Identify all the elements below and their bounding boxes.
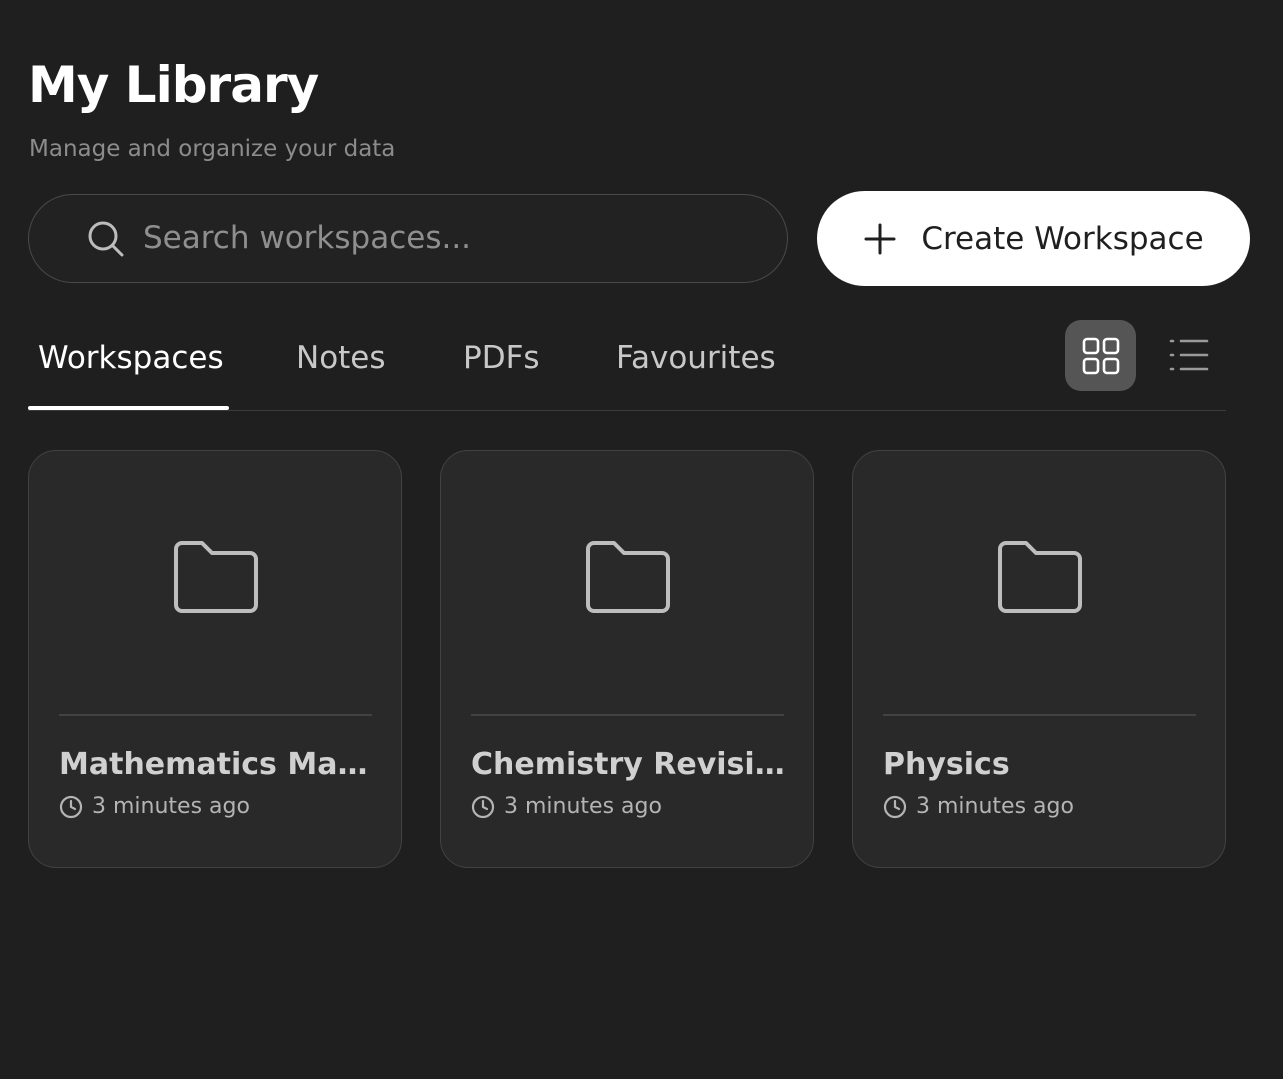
tab-workspaces[interactable]: Workspaces — [38, 340, 224, 376]
page-subtitle: Manage and organize your data — [29, 136, 396, 162]
clock-icon — [59, 795, 83, 818]
clock-icon — [471, 795, 495, 818]
create-workspace-button[interactable]: Create Workspace — [817, 191, 1250, 286]
tab-bar: Workspaces Notes PDFs Favourites — [28, 320, 1226, 411]
workspace-meta: 3 minutes ago — [883, 794, 1074, 819]
workspace-title: Physics — [883, 747, 1010, 782]
plus-icon — [864, 223, 896, 254]
card-divider — [471, 714, 784, 716]
clock-icon — [883, 795, 907, 818]
card-divider — [883, 714, 1196, 716]
list-view-button[interactable] — [1168, 336, 1210, 374]
workspace-title: Mathematics Mas… — [59, 747, 373, 782]
search-icon — [88, 221, 124, 257]
page-title: My Library — [28, 56, 319, 114]
active-tab-indicator — [28, 406, 229, 410]
card-divider — [59, 714, 372, 716]
workspace-card[interactable]: Mathematics Mas… 3 minutes ago — [28, 450, 402, 868]
workspace-updated: 3 minutes ago — [916, 794, 1074, 819]
create-workspace-label: Create Workspace — [921, 220, 1204, 257]
folder-icon — [998, 541, 1082, 613]
search-input[interactable] — [143, 215, 763, 261]
workspace-meta: 3 minutes ago — [471, 794, 662, 819]
search-bar[interactable] — [28, 194, 788, 283]
workspace-card[interactable]: Chemistry Revision 3 minutes ago — [440, 450, 814, 868]
workspace-updated: 3 minutes ago — [92, 794, 250, 819]
workspace-meta: 3 minutes ago — [59, 794, 250, 819]
workspace-updated: 3 minutes ago — [504, 794, 662, 819]
folder-icon — [174, 541, 258, 613]
list-icon — [1169, 339, 1209, 371]
workspace-card[interactable]: Physics 3 minutes ago — [852, 450, 1226, 868]
folder-icon — [586, 541, 670, 613]
grid-view-button[interactable] — [1065, 320, 1136, 391]
tab-notes[interactable]: Notes — [296, 340, 386, 376]
grid-icon — [1082, 337, 1119, 374]
tab-favourites[interactable]: Favourites — [616, 340, 776, 376]
workspace-title: Chemistry Revision — [471, 747, 785, 782]
tab-pdfs[interactable]: PDFs — [463, 340, 540, 376]
library-page: My Library Manage and organize your data… — [0, 0, 1283, 1079]
